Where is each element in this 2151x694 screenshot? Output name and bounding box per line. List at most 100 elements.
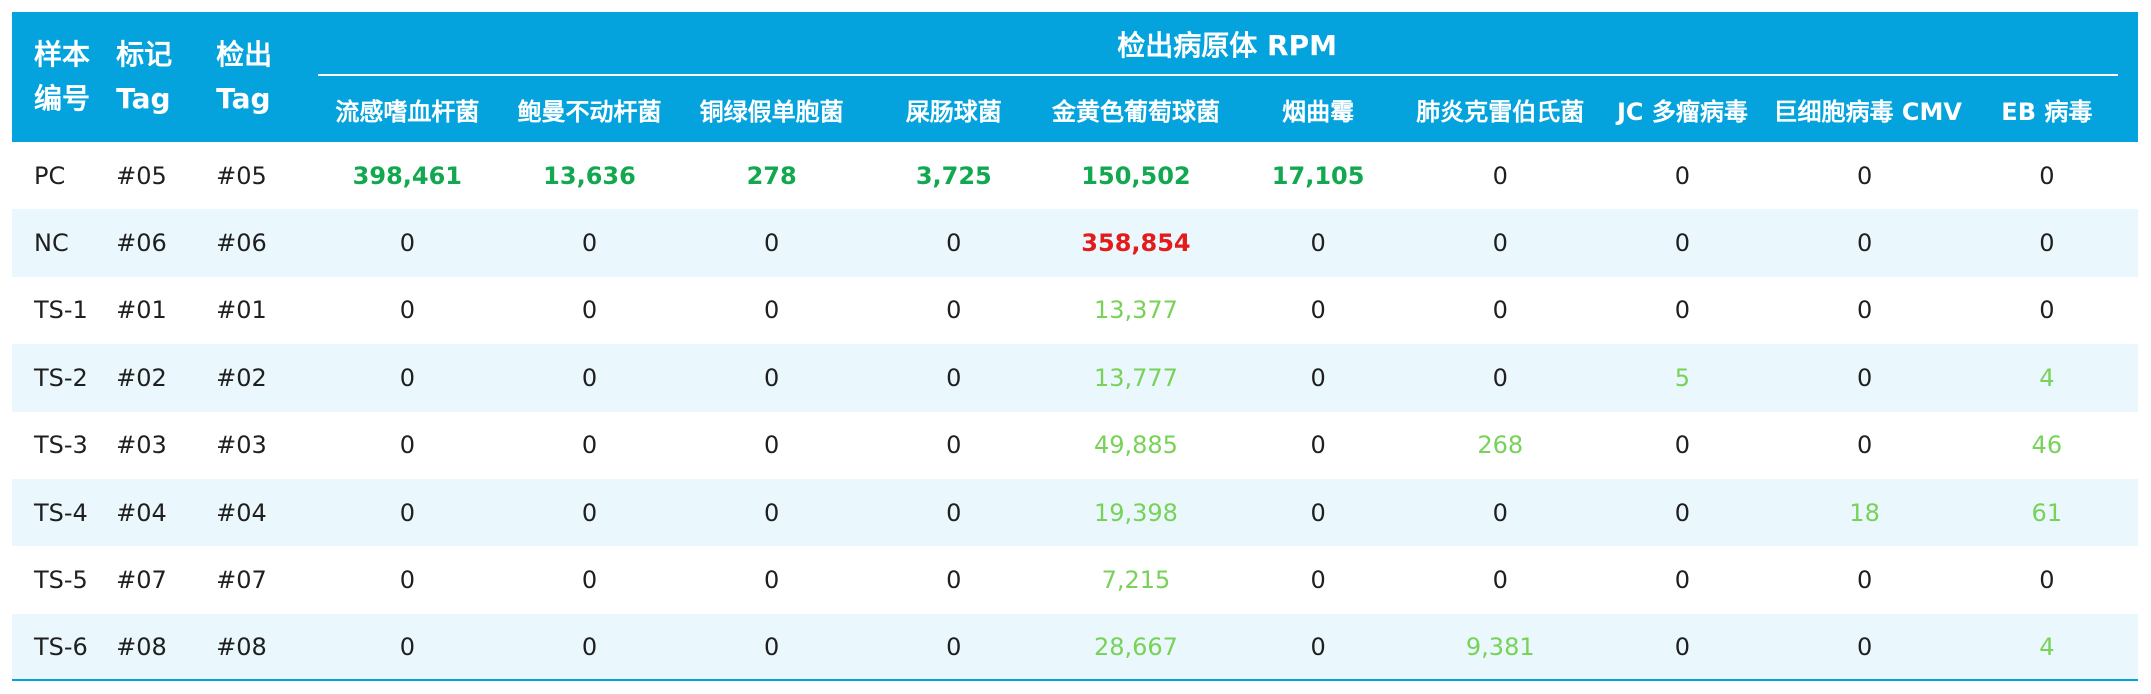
cell-rpm-value: 0 [316,344,499,412]
cell-rpm-value: 0 [1409,209,1592,277]
pathogen-header-row: 流感嗜血杆菌 鲍曼不动杆菌 铜绿假单胞菌 屎肠球菌 金黄色葡萄球菌 烟曲霉 肺炎克雷伯氏菌 J… [12,76,2138,142]
cell-rpm-value: 5 [1591,344,1774,412]
cell-rpm-value: 0 [1773,142,1956,210]
header-pathogen-0: 流感嗜血杆菌 [316,76,499,142]
cell-rpm-value: 0 [1591,411,1774,479]
cell-rpm-value: 0 [1227,344,1410,412]
header-group-rule [318,74,2118,76]
header-pathogen-rpm-group-label: 检出病原体 RPM [1117,29,1337,62]
cell-marked-tag: #01 [116,276,217,345]
table-row: TS-5 #07 #07 0 0 0 0 7,215 0 0 0 0 0 [12,546,2138,614]
header-marked-tag: 标记 Tag [116,12,217,142]
cell-rpm-value: 18 [1773,478,1956,547]
header-pathogen-rpm-group: 检出病原体 RPM [316,12,2138,76]
cell-marked-tag: #05 [116,142,217,210]
cell-marked-tag: #02 [116,344,217,412]
cell-detected-tag: #04 [216,478,317,547]
header-marked-tag-line2: Tag [116,82,171,115]
header-pathogen-1: 鲍曼不动杆菌 [498,76,681,142]
cell-rpm-value: 0 [498,546,681,614]
header-pathogen-6: 肺炎克雷伯氏菌 [1409,76,1592,142]
header-pathogen-4: 金黄色葡萄球菌 [1044,76,1228,142]
cell-rpm-value: 0 [316,276,499,345]
header-detected-tag: 检出 Tag [216,12,317,142]
header-pathogen-3: 屎肠球菌 [862,76,1045,142]
cell-rpm-value: 0 [316,209,499,277]
cell-rpm-value: 0 [316,546,499,614]
cell-rpm-value: 0 [1773,546,1956,614]
cell-rpm-value: 0 [316,478,499,547]
header-sample-id-line2: 编号 [34,82,91,115]
cell-rpm-value: 0 [1409,546,1592,614]
table-row: NC #06 #06 0 0 0 0 358,854 0 0 0 0 0 [12,209,2138,277]
header-pathogen-9: EB 病毒 [1955,76,2138,142]
cell-rpm-value: 28,667 [1044,613,1228,682]
cell-rpm-value: 150,502 [1044,142,1228,210]
cell-detected-tag: #03 [216,411,317,479]
cell-detected-tag: #07 [216,546,317,614]
cell-rpm-value: 0 [862,411,1045,479]
cell-sample-id: TS-1 [12,276,117,345]
cell-rpm-value: 0 [1773,344,1956,412]
pathogen-rpm-table-wrapper: 样本 编号 标记 Tag 检出 Tag 检出病原体 RPM 流感嗜血杆菌 鲍曼不动… [12,12,2138,682]
table-bottom-rule [12,679,2138,681]
cell-sample-id: NC [12,209,117,277]
cell-rpm-value: 0 [680,613,863,682]
cell-rpm-value: 19,398 [1044,478,1228,547]
cell-sample-id: TS-6 [12,613,117,682]
cell-rpm-value: 398,461 [316,142,499,210]
cell-rpm-value: 0 [680,344,863,412]
header-sample-id: 样本 编号 [12,12,117,142]
cell-rpm-value: 9,381 [1409,613,1592,682]
cell-rpm-value: 0 [1773,411,1956,479]
cell-rpm-value: 0 [1591,276,1774,345]
table-row: TS-6 #08 #08 0 0 0 0 28,667 0 9,381 0 0 4 [12,613,2138,682]
table-row: TS-2 #02 #02 0 0 0 0 13,777 0 0 5 0 4 [12,344,2138,412]
cell-rpm-value: 0 [498,411,681,479]
cell-sample-id: TS-4 [12,478,117,547]
pathogen-rpm-table: 样本 编号 标记 Tag 检出 Tag 检出病原体 RPM 流感嗜血杆菌 鲍曼不动… [12,12,2138,682]
cell-rpm-value: 358,854 [1044,209,1228,277]
cell-rpm-value: 61 [1955,478,2138,547]
cell-rpm-value: 0 [1773,276,1956,345]
cell-rpm-value: 0 [1227,411,1410,479]
cell-rpm-value: 268 [1409,411,1592,479]
cell-rpm-value: 0 [1591,209,1774,277]
cell-rpm-value: 0 [1409,344,1592,412]
cell-rpm-value: 0 [498,344,681,412]
cell-rpm-value: 0 [498,276,681,345]
cell-rpm-value: 0 [1227,613,1410,682]
cell-rpm-value: 49,885 [1044,411,1228,479]
header-pathogen-7: JC 多瘤病毒 [1591,76,1774,142]
cell-rpm-value: 0 [498,613,681,682]
table-row: TS-3 #03 #03 0 0 0 0 49,885 0 268 0 0 46 [12,411,2138,479]
cell-rpm-value: 0 [1955,142,2138,210]
table-body: PC #05 #05 398,461 13,636 278 3,725 150,502 17,1… [12,142,2138,682]
cell-rpm-value: 0 [1409,142,1592,210]
cell-rpm-value: 0 [1227,276,1410,345]
header-detected-tag-line1: 检出 [216,38,273,71]
cell-rpm-value: 3,725 [862,142,1045,210]
cell-rpm-value: 0 [862,478,1045,547]
cell-rpm-value: 0 [680,276,863,345]
table-row: TS-1 #01 #01 0 0 0 0 13,377 0 0 0 0 0 [12,276,2138,345]
cell-rpm-value: 0 [862,546,1045,614]
cell-marked-tag: #03 [116,411,217,479]
cell-rpm-value: 0 [1955,546,2138,614]
header-sample-id-line1: 样本 [34,38,91,71]
cell-rpm-value: 0 [498,209,681,277]
cell-rpm-value: 0 [1955,209,2138,277]
cell-sample-id: TS-2 [12,344,117,412]
cell-marked-tag: #04 [116,478,217,547]
cell-rpm-value: 0 [680,209,863,277]
cell-rpm-value: 278 [680,142,863,210]
header-pathogen-8: 巨细胞病毒 CMV [1773,76,1962,142]
cell-detected-tag: #01 [216,276,317,345]
cell-rpm-value: 0 [316,613,499,682]
cell-rpm-value: 13,777 [1044,344,1228,412]
cell-rpm-value: 0 [1591,613,1774,682]
cell-rpm-value: 0 [1591,142,1774,210]
cell-rpm-value: 46 [1955,411,2138,479]
cell-rpm-value: 0 [1773,209,1956,277]
cell-marked-tag: #06 [116,209,217,277]
